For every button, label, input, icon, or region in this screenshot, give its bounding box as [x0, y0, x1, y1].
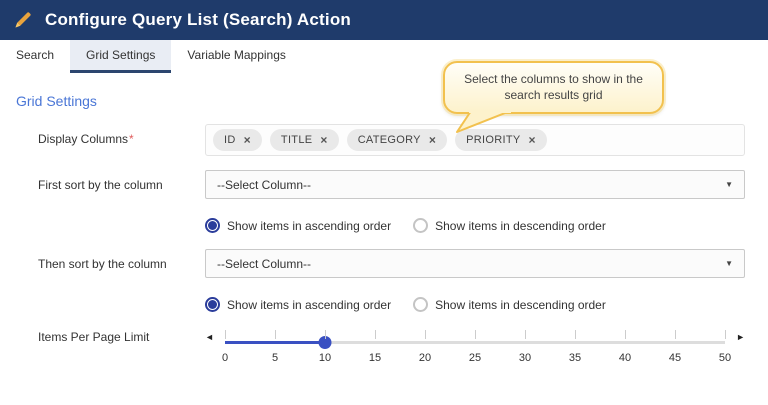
then-sort-row: Then sort by the column --Select Column-… — [38, 249, 745, 278]
radio-label: Show items in ascending order — [227, 218, 392, 233]
radio-unselected-icon[interactable] — [413, 218, 429, 233]
tag-remove-icon[interactable]: × — [244, 134, 251, 146]
slider-tick-label: 50 — [718, 352, 732, 364]
caret-down-icon: ▼ — [725, 259, 733, 268]
dialog-title: Configure Query List (Search) Action — [45, 10, 351, 29]
slider-tick-label: 10 — [318, 352, 332, 364]
slider-tick — [225, 330, 226, 339]
column-tag: TITLE × — [269, 129, 339, 151]
slider-tick-label: 0 — [221, 352, 229, 364]
column-tag-label: ID — [224, 134, 236, 146]
then-sort-order-row: Show items in ascending order Show items … — [38, 292, 745, 312]
radio-label: Show items in descending order — [435, 218, 606, 233]
dialog-header: Configure Query List (Search) Action — [0, 0, 768, 40]
first-sort-order-row: Show items in ascending order Show items … — [38, 213, 745, 233]
required-asterisk: * — [129, 132, 134, 146]
then-sort-label: Then sort by the column — [38, 257, 167, 271]
slider-tick — [675, 330, 676, 339]
slider-tick-label: 5 — [271, 352, 279, 364]
radio-selected-icon[interactable] — [205, 297, 220, 312]
slider-fill — [225, 341, 325, 344]
slider-tick — [575, 330, 576, 339]
radio-label: Show items in descending order — [435, 297, 606, 312]
slider-tick — [325, 330, 326, 339]
column-tag-label: PRIORITY — [466, 134, 521, 146]
slider-tick-label: 45 — [668, 352, 682, 364]
slider-tick-label: 35 — [568, 352, 582, 364]
tag-remove-icon[interactable]: × — [528, 134, 535, 146]
tooltip-tail — [456, 110, 511, 134]
pencil-icon — [15, 12, 31, 28]
tab-search[interactable]: Search — [0, 40, 70, 73]
then-sort-value: --Select Column-- — [217, 256, 312, 271]
items-per-page-slider: ◄ 0 5 10 15 20 25 30 35 40 45 50 ► — [205, 322, 745, 369]
first-sort-label: First sort by the column — [38, 178, 163, 192]
first-sort-order-group: Show items in ascending order Show items … — [205, 213, 745, 233]
tooltip-text: Select the columns to show in the search… — [464, 72, 643, 103]
first-sort-row: First sort by the column --Select Column… — [38, 170, 745, 199]
radio-selected-icon[interactable] — [205, 218, 220, 233]
column-tag: CATEGORY × — [346, 129, 448, 151]
slider-tick — [475, 330, 476, 339]
configure-query-dialog: Configure Query List (Search) Action Sea… — [0, 0, 768, 405]
radio-label: Show items in ascending order — [227, 297, 392, 312]
slider-tick — [275, 330, 276, 339]
slider-left-arrow-icon[interactable]: ◄ — [205, 329, 219, 342]
slider-tick — [725, 330, 726, 339]
slider-tick-label: 20 — [418, 352, 432, 364]
first-sort-value: --Select Column-- — [217, 177, 312, 192]
radio-descending-order[interactable]: Show items in descending order — [413, 297, 606, 312]
display-columns-label: Display Columns* — [38, 132, 134, 146]
column-tag-label: CATEGORY — [357, 134, 421, 146]
radio-ascending-order[interactable]: Show items in ascending order — [205, 297, 391, 312]
items-per-page-label: Items Per Page Limit — [38, 330, 150, 344]
column-tag: ID × — [213, 129, 262, 151]
slider-tick-label: 40 — [618, 352, 632, 364]
radio-unselected-icon[interactable] — [413, 297, 429, 312]
caret-down-icon: ▼ — [725, 180, 733, 189]
tab-grid-settings[interactable]: Grid Settings — [70, 40, 172, 73]
slider-tick — [625, 330, 626, 339]
column-tag-label: TITLE — [280, 134, 313, 146]
radio-descending-order[interactable]: Show items in descending order — [413, 218, 606, 233]
items-per-page-row: Items Per Page Limit ◄ 0 5 10 15 20 25 30 35 40 4… — [38, 322, 745, 369]
columns-tooltip: Select the columns to show in the search… — [443, 61, 664, 134]
slider-tick — [425, 330, 426, 339]
slider-right-arrow-icon[interactable]: ► — [731, 329, 745, 342]
tab-variable-mappings[interactable]: Variable Mappings — [171, 40, 302, 73]
then-sort-order-group: Show items in ascending order Show items … — [205, 292, 745, 312]
radio-ascending-order[interactable]: Show items in ascending order — [205, 218, 391, 233]
slider-tick-label: 15 — [368, 352, 382, 364]
tag-remove-icon[interactable]: × — [320, 134, 327, 146]
slider-area: 0 5 10 15 20 25 30 35 40 45 50 — [221, 329, 731, 369]
then-sort-select[interactable]: --Select Column-- ▼ — [205, 249, 745, 278]
tag-remove-icon[interactable]: × — [429, 134, 436, 146]
slider-tick — [525, 330, 526, 339]
slider-tick — [375, 330, 376, 339]
display-columns-row: Display Columns* ID × TITLE × CATEGORY × PRIOR… — [38, 124, 745, 156]
first-sort-select[interactable]: --Select Column-- ▼ — [205, 170, 745, 199]
slider-tick-label: 25 — [468, 352, 482, 364]
slider-tick-label: 30 — [518, 352, 532, 364]
